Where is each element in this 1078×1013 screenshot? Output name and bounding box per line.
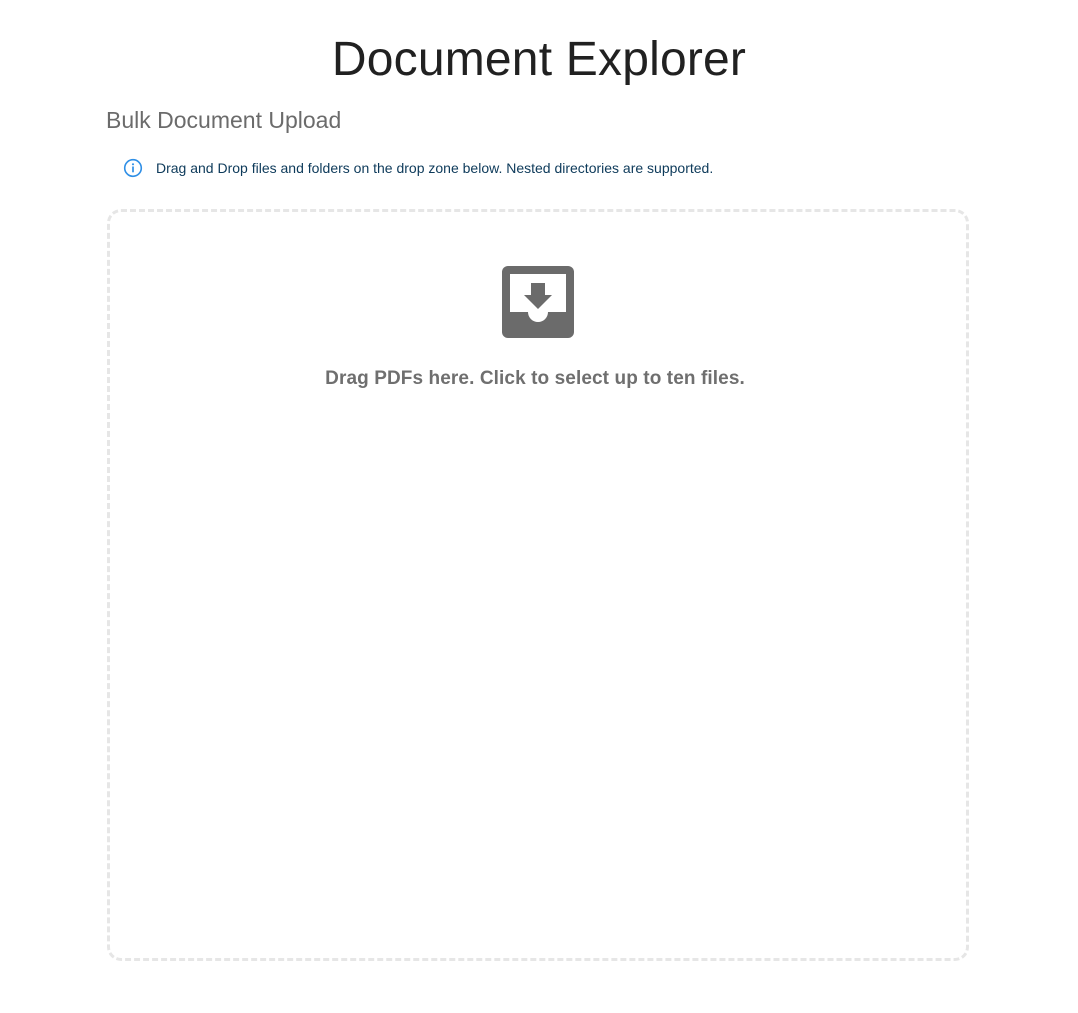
info-banner: Drag and Drop files and folders on the d… [123, 158, 713, 178]
page-title: Document Explorer [331, 33, 747, 86]
file-drop-zone[interactable]: Drag PDFs here. Click to select up to te… [107, 209, 969, 961]
page: Document Explorer Bulk Document Upload D… [0, 0, 1078, 1013]
info-icon [123, 158, 143, 178]
inbox-download-icon [502, 266, 574, 338]
drop-zone-instructions: Drag PDFs here. Click to select up to te… [325, 368, 745, 389]
info-text: Drag and Drop files and folders on the d… [156, 160, 714, 176]
section-title: Bulk Document Upload [106, 107, 342, 133]
